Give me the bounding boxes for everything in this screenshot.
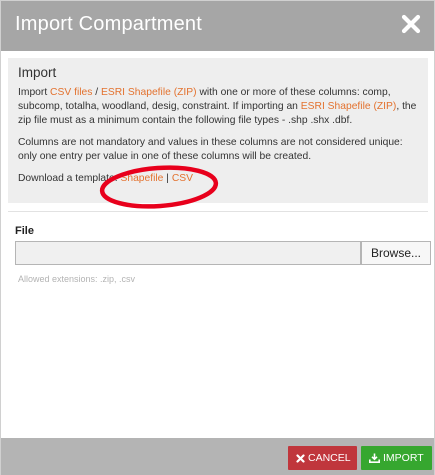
- dialog-titlebar: Import Compartment: [1, 1, 434, 51]
- import-label: IMPORT: [383, 452, 424, 464]
- file-path-field[interactable]: [15, 241, 361, 265]
- times-icon: [296, 454, 305, 463]
- cancel-button[interactable]: CANCEL: [288, 446, 357, 470]
- csv-files-link[interactable]: CSV files: [50, 87, 92, 98]
- csv-template-link[interactable]: CSV: [172, 173, 193, 184]
- dialog-title: Import Compartment: [15, 13, 202, 35]
- import-info-panel: Import Import CSV files / ESRI Shapefile…: [8, 58, 428, 203]
- import-compartment-dialog: Import Compartment Import Import CSV fil…: [0, 0, 435, 475]
- info-heading: Import: [18, 65, 57, 80]
- section-divider: [8, 211, 428, 212]
- esri-shapefile-link-2[interactable]: ESRI Shapefile (ZIP): [301, 101, 397, 112]
- info-text: /: [92, 87, 101, 98]
- dialog-footer: CANCEL IMPORT: [1, 438, 434, 475]
- esri-shapefile-link[interactable]: ESRI Shapefile (ZIP): [101, 87, 197, 98]
- import-button[interactable]: IMPORT: [361, 446, 432, 470]
- info-paragraph-uniqueness: Columns are not mandatory and values in …: [18, 137, 403, 162]
- shapefile-template-link[interactable]: Shapefile: [120, 173, 163, 184]
- cancel-label: CANCEL: [308, 452, 351, 464]
- template-prefix: Download a template:: [18, 173, 121, 184]
- download-template-line: Download a template: Shapefile | CSV: [18, 172, 418, 186]
- browse-button[interactable]: Browse...: [361, 241, 431, 265]
- info-text: Import: [18, 87, 51, 98]
- template-separator: |: [163, 173, 172, 184]
- allowed-extensions-hint: Allowed extensions: .zip, .csv: [18, 274, 136, 284]
- info-paragraph-columns: Import CSV files / ESRI Shapefile (ZIP) …: [18, 86, 418, 128]
- file-label: File: [15, 225, 34, 237]
- close-icon[interactable]: [400, 13, 422, 35]
- import-icon: [369, 453, 380, 463]
